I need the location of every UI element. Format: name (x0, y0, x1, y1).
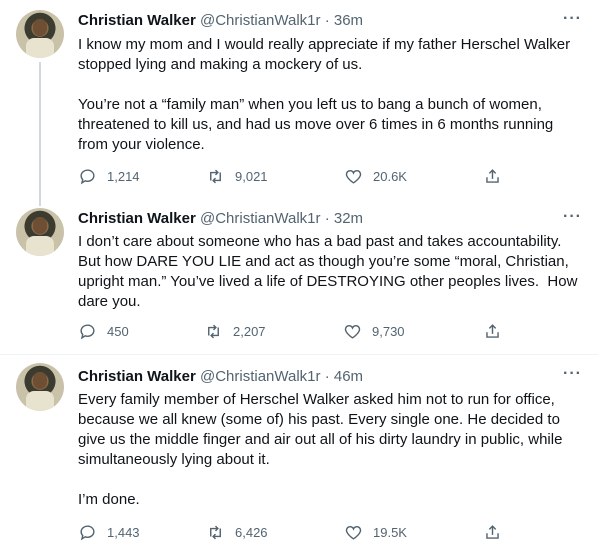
tweet-text: I know my mom and I would really appreci… (78, 36, 571, 153)
tweet-text: I don’t care about someone who has a bad… (78, 233, 582, 310)
like-icon (345, 525, 362, 540)
reply-icon (80, 525, 95, 541)
retweet-count: 9,021 (235, 169, 268, 184)
more-icon[interactable]: ··· (563, 208, 582, 226)
user-handle[interactable]: @ChristianWalk1r (200, 368, 321, 385)
like-icon (344, 324, 361, 339)
retweet-count: 2,207 (233, 324, 266, 339)
like-count: 19.5K (373, 525, 407, 540)
tweet-actions: 1,443 6,426 19.5K (78, 523, 578, 543)
avatar[interactable] (16, 363, 64, 411)
share-button[interactable] (483, 322, 502, 341)
display-name[interactable]: Christian Walker (78, 12, 196, 29)
more-icon[interactable]: ··· (563, 365, 582, 383)
tweet-header: Christian Walker @ChristianWalk1r · 36m (78, 11, 363, 31)
like-icon (345, 169, 362, 184)
display-name[interactable]: Christian Walker (78, 368, 196, 385)
share-button[interactable] (483, 523, 502, 542)
retweet-icon (208, 324, 219, 339)
reply-icon (80, 169, 95, 185)
share-button[interactable] (483, 167, 502, 186)
reply-count: 1,443 (107, 525, 140, 540)
tweet-text: Every family member of Herschel Walker a… (78, 391, 563, 508)
retweet-count: 6,426 (235, 525, 268, 540)
display-name[interactable]: Christian Walker (78, 210, 196, 227)
retweet-button[interactable]: 2,207 (204, 322, 266, 341)
user-handle[interactable]: @ChristianWalk1r (200, 210, 321, 227)
tweet-1[interactable]: Christian Walker @ChristianWalk1r · 36m … (0, 0, 598, 206)
share-icon (486, 525, 499, 539)
tweet-3[interactable]: Christian Walker @ChristianWalk1r · 46m … (0, 355, 598, 552)
like-count: 20.6K (373, 169, 407, 184)
tweet-actions: 450 2,207 9,730 (78, 322, 578, 342)
reply-button[interactable]: 1,214 (78, 167, 140, 186)
reply-button[interactable]: 450 (78, 322, 129, 341)
retweet-button[interactable]: 9,021 (206, 167, 268, 186)
tweet-header: Christian Walker @ChristianWalk1r · 32m (78, 209, 363, 229)
share-icon (486, 324, 499, 338)
reply-count: 450 (107, 324, 129, 339)
avatar[interactable] (16, 10, 64, 58)
reply-count: 1,214 (107, 169, 140, 184)
more-icon[interactable]: ··· (563, 10, 582, 28)
like-button[interactable]: 20.6K (344, 167, 407, 186)
timestamp[interactable]: · 32m (325, 210, 363, 227)
retweet-icon (210, 169, 221, 184)
reply-button[interactable]: 1,443 (78, 523, 140, 542)
like-button[interactable]: 19.5K (344, 523, 407, 542)
like-button[interactable]: 9,730 (343, 322, 405, 341)
retweet-button[interactable]: 6,426 (206, 523, 268, 542)
tweet-2[interactable]: Christian Walker @ChristianWalk1r · 32m … (0, 200, 598, 352)
avatar[interactable] (16, 208, 64, 256)
like-count: 9,730 (372, 324, 405, 339)
timestamp[interactable]: · 46m (325, 368, 363, 385)
share-icon (486, 169, 499, 183)
tweet-actions: 1,214 9,021 20.6K (78, 167, 578, 187)
retweet-icon (210, 525, 221, 540)
timestamp[interactable]: · 36m (325, 12, 363, 29)
user-handle[interactable]: @ChristianWalk1r (200, 12, 321, 29)
thread-line (39, 62, 41, 206)
tweet-header: Christian Walker @ChristianWalk1r · 46m (78, 367, 363, 387)
reply-icon (80, 324, 95, 340)
